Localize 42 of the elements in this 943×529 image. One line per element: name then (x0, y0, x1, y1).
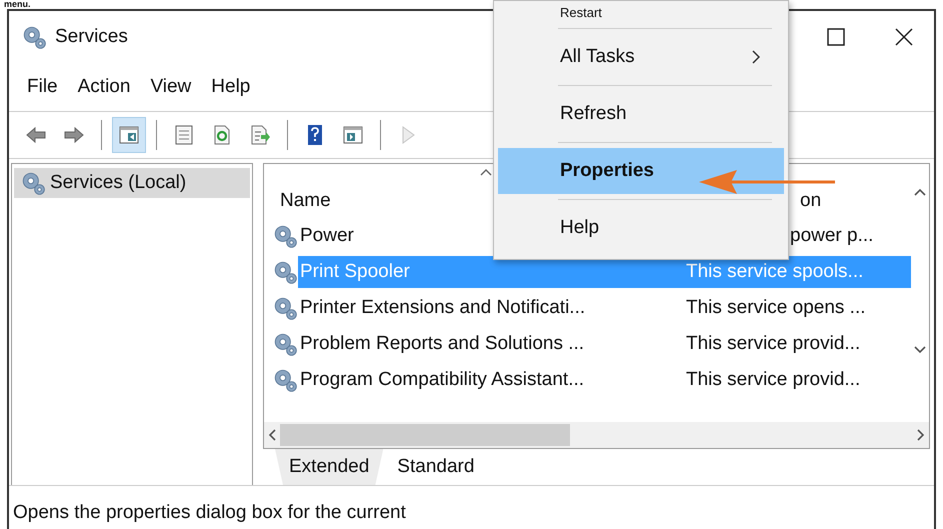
scroll-right-icon[interactable] (917, 429, 925, 441)
gear-icon (272, 295, 298, 321)
close-icon (895, 28, 913, 46)
scroll-down-icon[interactable] (914, 346, 926, 354)
caption-text: menu. (3, 0, 32, 9)
gear-icon (20, 170, 46, 196)
table-cell: Print Spooler (300, 261, 410, 282)
table-cell-text: This service opens ... (686, 297, 867, 319)
context-menu-item[interactable]: Restart (498, 1, 784, 23)
column-header[interactable]: Name (280, 190, 331, 212)
table-row[interactable]: Problem Reports and Solutions ... This service provid... (298, 328, 911, 360)
window-title: Services (55, 26, 129, 48)
services-gear-icon (21, 24, 47, 50)
gear-icon (272, 223, 298, 249)
context-menu-item[interactable]: Properties (498, 148, 784, 194)
gear-icon (272, 259, 298, 285)
menu-item[interactable]: File (17, 72, 68, 102)
scroll-up-icon[interactable] (914, 188, 926, 196)
table-row[interactable]: Program Compatibility Assistant... This service provid... (298, 364, 911, 396)
table-cell: Program Compatibility Assistant... (300, 369, 584, 390)
scrollbar-thumb[interactable] (280, 424, 570, 446)
gear-icon (272, 331, 298, 357)
tree-item[interactable]: Services (Local) (14, 168, 250, 198)
tree-toggle-button[interactable] (112, 117, 146, 153)
maximize-icon (827, 28, 845, 46)
table-cell: Printer Extensions and Notificati... (300, 297, 586, 318)
tree-item-label: Services (Local) (50, 172, 186, 194)
table-cell-text: This service provid... (686, 333, 862, 355)
table-cell-text: This service provid... (686, 369, 862, 391)
menu-item[interactable]: Help (201, 72, 260, 102)
table-cell-text: This service spools... (686, 261, 864, 283)
menu-item[interactable]: Action (68, 72, 140, 102)
context-menu-item[interactable]: All Tasks (498, 34, 784, 80)
table-cell: Problem Reports and Solutions ... (300, 333, 584, 354)
context-menu-item[interactable]: Refresh (498, 91, 784, 137)
status-text: Opens the properties dialog box for the current (13, 502, 406, 524)
table-row[interactable]: Printer Extensions and Notificati... This service opens ... (298, 292, 911, 324)
menu-item[interactable]: View (140, 72, 202, 102)
context-menu-item[interactable]: Help (498, 205, 784, 251)
view-tab[interactable]: Extended (275, 449, 384, 485)
gear-icon (272, 367, 298, 393)
scroll-left-icon[interactable] (268, 429, 276, 441)
